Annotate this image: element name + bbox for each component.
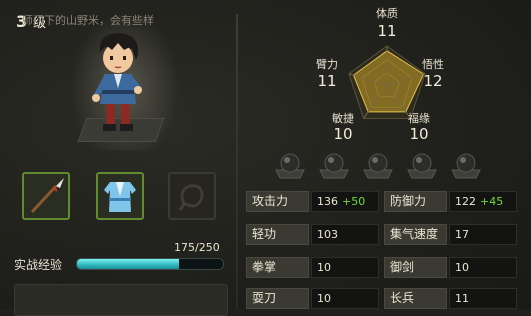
stat-value-strength: 11 [317,72,337,90]
stat-value: 10 [449,257,517,278]
stat-value: 11 [449,288,517,309]
stat-value-agility: 10 [333,125,353,143]
stat-value: 10 [311,288,379,309]
exp-value: 175/250 [174,241,220,254]
accessory-slot[interactable] [168,172,216,220]
stat-value: 103 [311,224,379,245]
stat-label-fortune: 福缘 [408,112,430,125]
stat-key: 长兵 [384,288,447,309]
stat-label-comprehension: 悟性 [422,58,444,71]
stat-key: 集气速度 [384,224,447,245]
stat-key: 攻击力 [246,191,309,212]
character-sprite [92,33,142,131]
gem-socket-icon[interactable] [317,150,351,180]
panel-divider [236,14,238,309]
gem-socket-icon[interactable] [361,150,395,180]
description-text: 师门下的山野米，会有些样 [22,14,154,27]
gem-socket-icon[interactable] [449,150,483,180]
robe-icon [104,182,136,212]
stat-value-fortune: 10 [409,125,429,143]
stat-bonus: +50 [342,195,366,208]
weapon-slot[interactable] [22,172,70,220]
stat-bonus: +45 [480,195,504,208]
description-box [14,284,228,316]
stat-value: 10 [311,257,379,278]
stat-key: 御剑 [384,257,447,278]
stat-value-comprehension: 12 [423,72,443,90]
armor-slot[interactable] [96,172,144,220]
stat-value-constitution: 11 [377,22,397,40]
gem-socket-icon[interactable] [405,150,439,180]
stat-value: 17 [449,224,517,245]
stat-key: 防御力 [384,191,447,212]
stat-label-agility: 敏捷 [332,112,354,125]
exp-bar [76,258,224,270]
stat-label-constitution: 体质 [376,7,398,20]
empty-slot-icon [178,184,204,211]
exp-bar-fill [77,259,180,269]
stat-key: 耍刀 [246,288,309,309]
stat-value: 136 +50 [311,191,379,212]
stat-value: 122 +45 [449,191,517,212]
stat-label-strength: 臂力 [316,58,338,71]
spear-icon [30,178,64,214]
exp-label: 实战经验 [14,258,63,272]
gem-socket-icon[interactable] [273,150,307,180]
stat-key: 拳掌 [246,257,309,278]
stat-key: 轻功 [246,224,309,245]
